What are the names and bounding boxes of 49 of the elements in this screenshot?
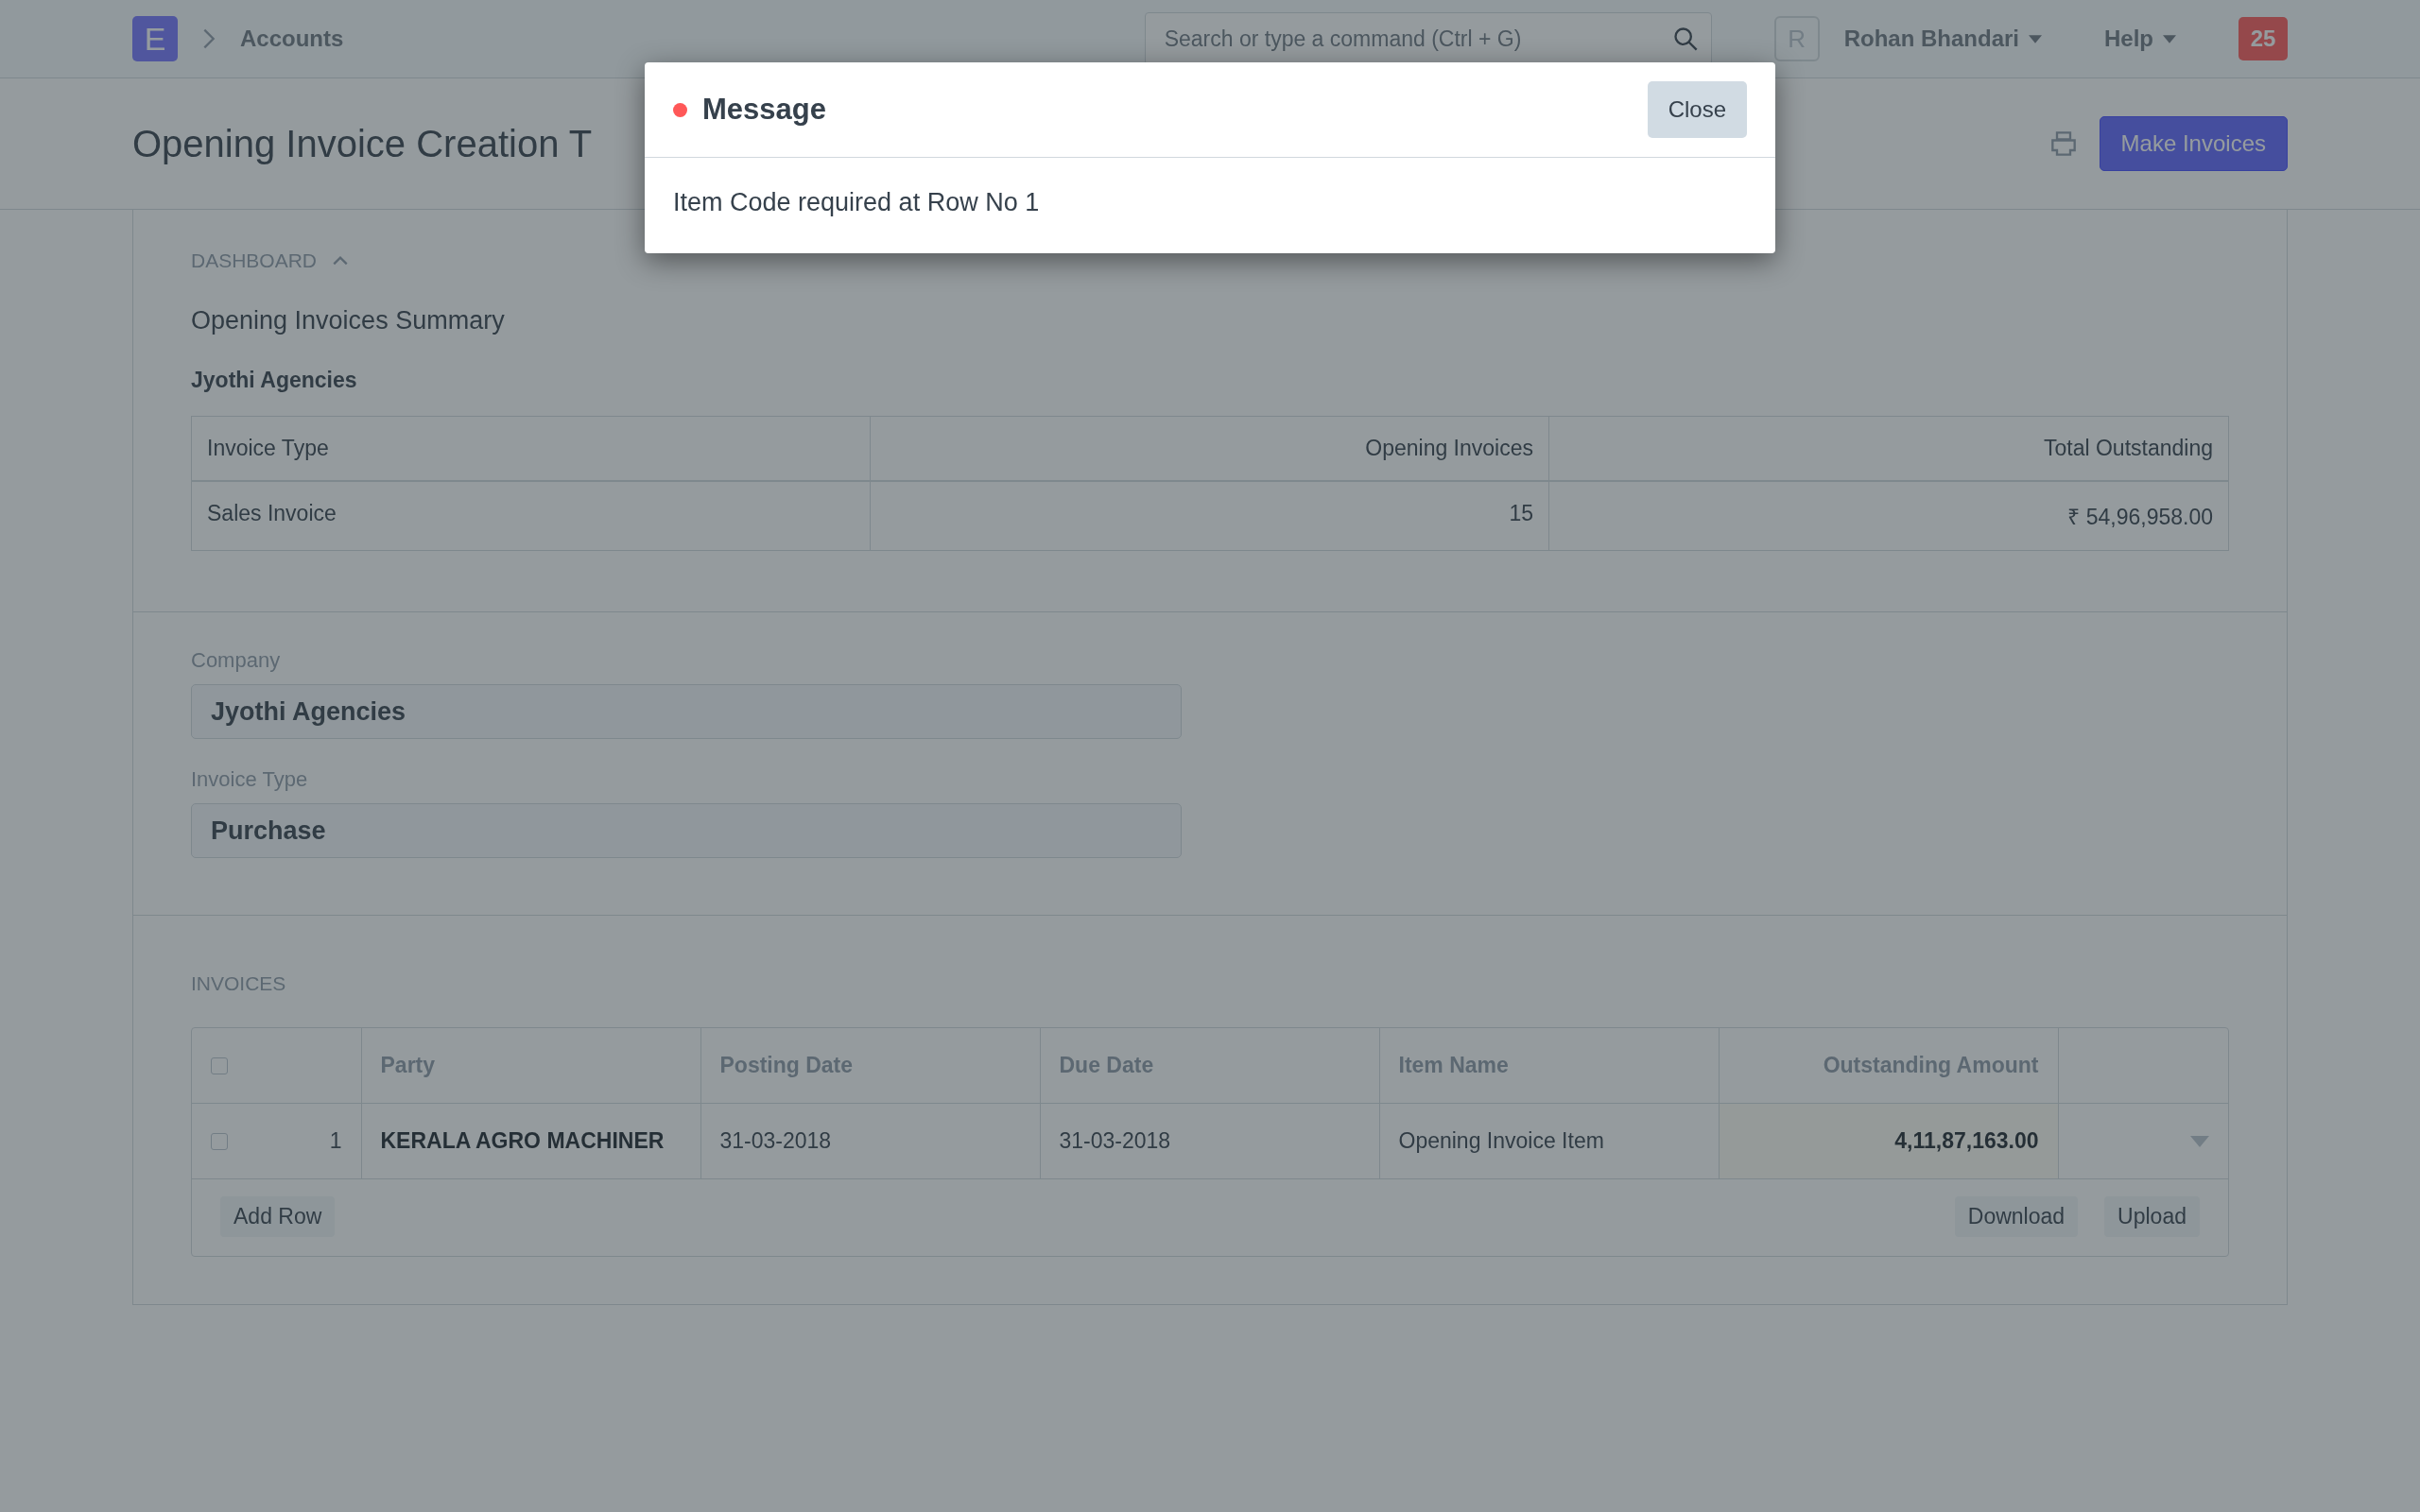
field-label: Company xyxy=(191,648,282,673)
column-header: Outstanding Amount xyxy=(1823,1053,2039,1078)
page-title: Opening Invoice Creation T xyxy=(132,122,593,165)
chevron-right-icon xyxy=(202,27,216,50)
column-header: Total Outstanding xyxy=(1549,417,2228,482)
input-field[interactable]: Jyothi Agencies xyxy=(191,684,1182,739)
table-cell: 15 xyxy=(871,482,1549,550)
company-heading: Jyothi Agencies xyxy=(191,368,358,393)
input-field[interactable]: Purchase xyxy=(191,803,1182,858)
column-header: Posting Date xyxy=(719,1053,854,1078)
status-dot-icon xyxy=(673,102,687,117)
column-header: Item Name xyxy=(1398,1053,1509,1078)
add-row-button[interactable]: Add Row xyxy=(220,1196,336,1237)
app-logo[interactable]: E xyxy=(132,16,178,61)
table-cell: KERALA AGRO MACHINER xyxy=(380,1128,665,1154)
checkbox[interactable] xyxy=(211,1132,228,1150)
caret-icon xyxy=(2029,34,2042,43)
help-menu[interactable]: Help xyxy=(2104,26,2176,52)
print-icon[interactable] xyxy=(2049,131,2077,156)
search-icon xyxy=(1671,26,1699,52)
column-header: Party xyxy=(380,1053,436,1078)
table-cell-text: ₹ 54,96,958.00 xyxy=(2066,504,2214,531)
summary-heading: Opening Invoices Summary xyxy=(191,306,506,335)
table-cell: Sales Invoice xyxy=(192,482,871,550)
column-header: Opening Invoices xyxy=(871,417,1549,482)
grid-button[interactable]: Upload xyxy=(2104,1196,2200,1237)
user-menu[interactable]: Rohan Bhandari xyxy=(1843,26,2042,52)
search-field[interactable]: Search or type a command (Ctrl + G) xyxy=(1144,12,1712,65)
dialog-title: Message xyxy=(702,93,826,127)
grid-button[interactable]: Download xyxy=(1954,1196,2079,1237)
make-invoices-button[interactable]: Make Invoices xyxy=(2099,116,2288,171)
breadcrumb-link[interactable]: Accounts xyxy=(240,26,344,52)
column-header: Due Date xyxy=(1059,1053,1154,1078)
section-label: DASHBOARD xyxy=(191,249,318,272)
notification-badge[interactable]: 25 xyxy=(2238,17,2288,60)
table-cell: Opening Invoice Item xyxy=(1398,1128,1604,1154)
column-header: Invoice Type xyxy=(192,417,871,482)
field-label: Invoice Type xyxy=(191,767,309,792)
chevron-up-icon[interactable] xyxy=(332,255,350,266)
checkbox[interactable] xyxy=(211,1057,228,1074)
caret-icon xyxy=(2163,34,2176,43)
close-button[interactable]: Close xyxy=(1647,81,1747,138)
table-cell: 4,11,87,163.00 xyxy=(1894,1128,2039,1154)
section-label: INVOICES xyxy=(191,972,286,995)
table-cell: 31-03-2018 xyxy=(719,1128,832,1154)
table-cell: 31-03-2018 xyxy=(1059,1128,1171,1154)
dialog-message: Item Code required at Row No 1 xyxy=(673,188,1040,216)
caret-icon[interactable] xyxy=(2190,1135,2209,1147)
row-number: 1 xyxy=(329,1128,342,1154)
